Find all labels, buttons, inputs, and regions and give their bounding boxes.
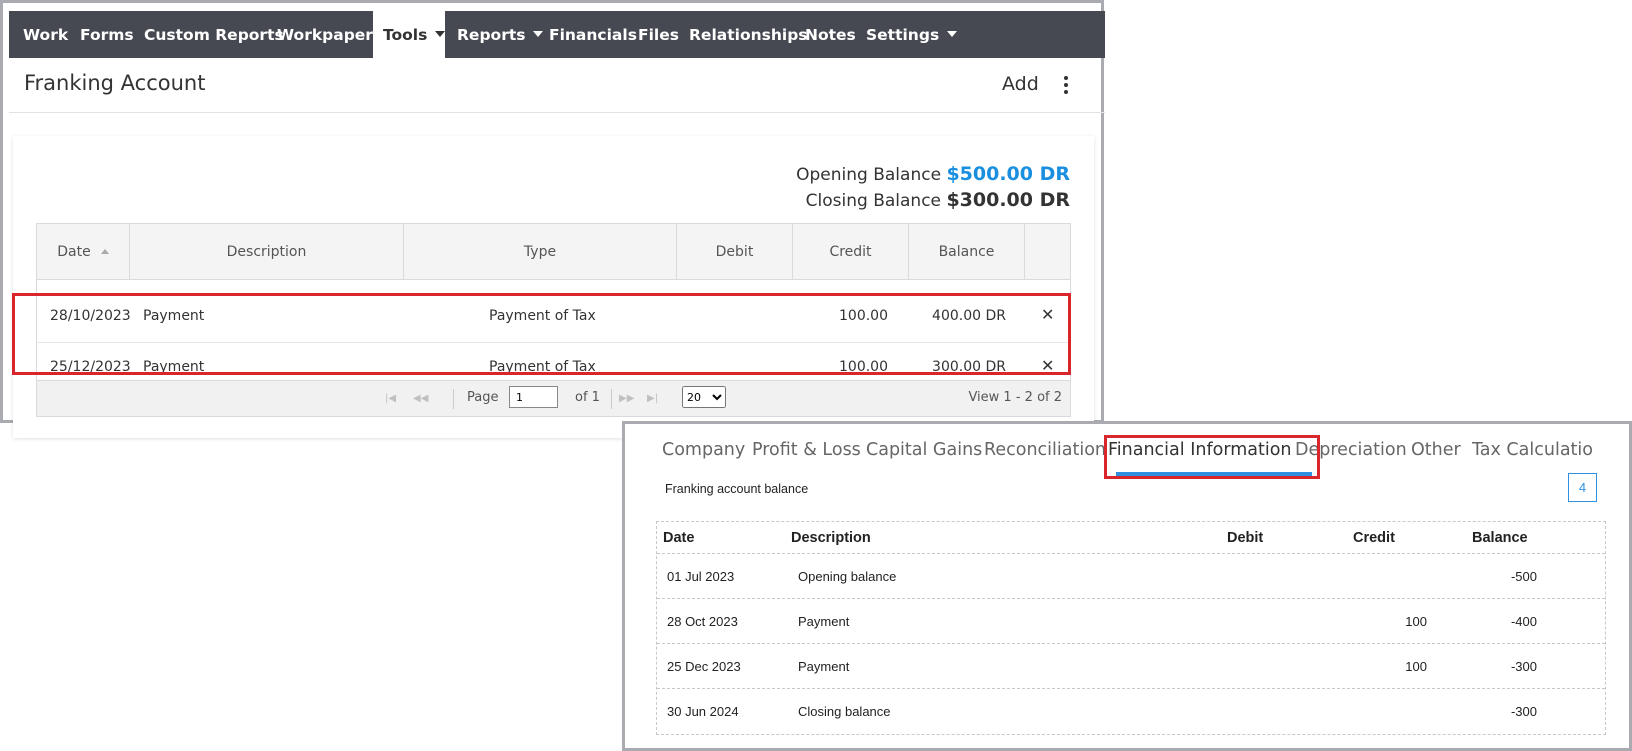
nav-item-notes[interactable]: Notes (805, 11, 856, 58)
nav-item-tools[interactable]: Tools (373, 11, 446, 58)
page-number-input[interactable] (509, 386, 558, 408)
view-records-text: View 1 - 2 of 2 (968, 390, 1062, 405)
closing-balance: Closing Balance $300.00 DR (806, 189, 1070, 211)
rows-highlight-box (12, 293, 1071, 375)
column-header-balance: Balance (1472, 530, 1528, 546)
caret-down-icon (435, 31, 446, 37)
row-balance: -400 (1510, 614, 1537, 629)
count-badge[interactable]: 4 (1568, 473, 1597, 502)
nav-item-work[interactable]: Work (23, 11, 68, 58)
table-row: 30 Jun 2024 Closing balance -300 (657, 689, 1605, 734)
row-balance: -300 (1510, 704, 1537, 719)
first-page-icon[interactable]: |◀ (385, 393, 396, 404)
column-header-label: Balance (938, 244, 995, 260)
column-header-label: Date (57, 244, 91, 260)
tab-highlight-box (1104, 435, 1320, 479)
caret-down-icon (947, 31, 958, 37)
tab-reconciliation[interactable]: Reconciliation (984, 440, 1106, 460)
closing-balance-value: $300.00 DR (946, 189, 1070, 211)
column-header-debit: Debit (1227, 530, 1264, 546)
column-header-balance[interactable]: Balance (909, 224, 1025, 280)
column-header-label: Debit (715, 244, 754, 260)
franking-balance-table: Date Description Debit Credit Balance 01… (656, 521, 1606, 735)
table-row: 01 Jul 2023 Opening balance -500 (657, 554, 1605, 599)
opening-balance-value: $500.00 DR (946, 163, 1070, 185)
row-description: Payment (798, 659, 850, 674)
row-description: Opening balance (798, 569, 897, 584)
nav-item-label: Notes (805, 26, 856, 44)
row-date: 30 Jun 2024 (667, 704, 739, 719)
nav-item-label: Settings (866, 26, 940, 44)
nav-item-label: Tools (383, 26, 428, 44)
column-header-label: Description (226, 244, 307, 260)
tab-tax-calculation[interactable]: Tax Calculatio (1472, 440, 1593, 460)
nav-item-label: Forms (80, 26, 134, 44)
nav-item-financials[interactable]: Financials (549, 11, 637, 58)
sort-icon (100, 249, 109, 254)
row-date: 28 Oct 2023 (667, 614, 738, 629)
column-header-description: Description (791, 530, 871, 546)
column-header-description[interactable]: Description (130, 224, 404, 280)
opening-balance: Opening Balance $500.00 DR (796, 163, 1070, 185)
column-header-credit[interactable]: Credit (793, 224, 909, 280)
nav-item-forms[interactable]: Forms (80, 11, 134, 58)
row-balance: -500 (1510, 569, 1537, 584)
nav-item-files[interactable]: Files (638, 11, 679, 58)
top-navigation-bar: Work Forms Custom Reports Workpapers Too… (9, 11, 1105, 58)
nav-item-workpapers[interactable]: Workpapers (277, 11, 382, 58)
table-header: Date Description Debit Credit Balance (657, 522, 1605, 554)
column-header-credit: Credit (1353, 530, 1395, 546)
nav-item-label: Financials (549, 26, 637, 44)
next-page-icon[interactable]: ▶▶ (619, 393, 634, 404)
page-label: Page (467, 390, 499, 405)
add-button[interactable]: Add (1002, 73, 1039, 95)
table-row: 25 Dec 2023 Payment 100 -300 (657, 644, 1605, 689)
last-page-icon[interactable]: ▶| (647, 393, 658, 404)
tab-capital-gains[interactable]: Capital Gains (866, 440, 982, 460)
column-header-debit[interactable]: Debit (677, 224, 793, 280)
row-date: 01 Jul 2023 (667, 569, 735, 584)
nav-item-label: Custom Reports (144, 26, 284, 44)
prev-page-icon[interactable]: ◀◀ (413, 393, 428, 404)
column-header-date: Date (663, 530, 695, 546)
table-row: 28 Oct 2023 Payment 100 -400 (657, 599, 1605, 644)
column-header-date[interactable]: Date (37, 224, 130, 280)
nav-item-label: Files (638, 26, 679, 44)
grid-pager: |◀ ◀◀ Page of 1 ▶▶ ▶| 20 View 1 - 2 of 2 (37, 380, 1070, 416)
row-description: Payment (798, 614, 850, 629)
row-balance: -300 (1510, 659, 1537, 674)
nav-item-label: Relationships (689, 26, 808, 44)
column-header-label: Type (523, 244, 557, 260)
tab-other[interactable]: Other (1411, 440, 1461, 460)
caret-down-icon (533, 31, 544, 37)
page-header: Franking Account Add (9, 58, 1105, 113)
rows-per-page-select[interactable]: 20 (682, 386, 726, 408)
section-label: Franking account balance (665, 482, 809, 496)
closing-balance-label: Closing Balance (805, 191, 942, 211)
nav-item-reports[interactable]: Reports (457, 11, 544, 58)
column-header-label: Credit (829, 244, 872, 260)
column-header-actions (1025, 224, 1071, 280)
more-options-icon[interactable] (1062, 76, 1070, 98)
grid-header: Date Description Type Debit Credit Balan… (37, 224, 1070, 280)
nav-item-settings[interactable]: Settings (866, 11, 958, 58)
column-header-type[interactable]: Type (404, 224, 677, 280)
nav-item-relationships[interactable]: Relationships (689, 11, 808, 58)
tab-company[interactable]: Company (662, 440, 745, 460)
tab-profit-loss[interactable]: Profit & Loss (752, 440, 861, 460)
financial-information-window: Company Profit & Loss Capital Gains Reco… (622, 421, 1632, 751)
nav-item-label: Reports (457, 26, 526, 44)
nav-item-label: Workpapers (277, 26, 383, 44)
row-description: Closing balance (798, 704, 891, 719)
opening-balance-label: Opening Balance (796, 165, 942, 185)
nav-item-label: Work (23, 26, 69, 44)
row-credit: 100 (1405, 659, 1427, 674)
page-count-label: of 1 (575, 390, 600, 405)
row-credit: 100 (1405, 614, 1427, 629)
nav-item-custom-reports[interactable]: Custom Reports (144, 11, 284, 58)
page-title: Franking Account (24, 71, 206, 95)
row-date: 25 Dec 2023 (667, 659, 741, 674)
